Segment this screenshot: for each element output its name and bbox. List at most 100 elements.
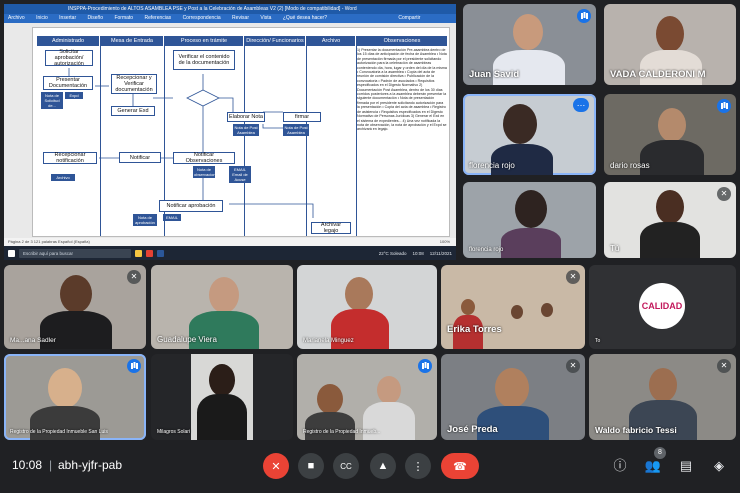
speaking-icon xyxy=(577,9,591,23)
participant-tile[interactable]: ✕ José Preda xyxy=(441,354,585,440)
word-icon xyxy=(157,249,164,257)
more-options-icon[interactable]: … xyxy=(573,98,589,112)
camera-toggle-button[interactable]: ■ xyxy=(298,453,324,479)
avatar xyxy=(503,104,537,144)
windows-taskbar: Escribir aquí para buscar 22°C Soleado 1… xyxy=(4,246,456,260)
flow-step: Recepcionar notificación xyxy=(43,152,97,164)
document-area: Administrado Mesa de Entrada Proceso en … xyxy=(4,23,456,238)
participant-tile[interactable]: ✕ Ma...ana Sadler xyxy=(4,265,146,349)
participant-tile[interactable]: dario rosas xyxy=(604,94,736,175)
more-icon: ⋮ xyxy=(412,460,424,473)
participant-tile[interactable]: Guadalupe Viera xyxy=(151,265,293,349)
divider: | xyxy=(49,458,53,472)
mic-off-icon: ✕ xyxy=(566,270,580,284)
flow-step: Solicitar aprobación/ autorización xyxy=(45,49,93,67)
mic-off-icon: ✕ xyxy=(271,460,281,473)
participant-tile[interactable]: Juan Savid xyxy=(463,4,596,85)
shared-screen: INSPPA-Procedimiento de ALTOS ASAMBLEA P… xyxy=(4,4,456,260)
flow-step: Notificar aprobación xyxy=(159,200,223,212)
participant-tile[interactable]: ✕ Waldo fabricio Tessi xyxy=(589,354,736,440)
participant-name: Tú xyxy=(610,244,620,253)
activities-icon: ◈ xyxy=(714,458,724,473)
avatar xyxy=(495,368,529,408)
speaking-icon xyxy=(127,359,141,373)
chat-icon: ▤ xyxy=(679,458,693,473)
participant-name: Ma...ana Sadler xyxy=(10,337,56,344)
speaking-icon xyxy=(717,99,731,113)
avatar xyxy=(640,222,700,258)
ribbon-tab: Revisar xyxy=(232,15,249,21)
ribbon-tab: ¿Qué desea hacer? xyxy=(282,15,328,21)
participant-name: Guadalupe Viera xyxy=(157,335,217,344)
document-tag: Nota de aprobación xyxy=(133,214,157,226)
document-tag: Archivo xyxy=(51,174,75,181)
participant-name: Juan Savid xyxy=(469,69,520,80)
mic-toggle-button[interactable]: ✕ xyxy=(263,453,289,479)
avatar xyxy=(209,277,239,313)
participant-tile[interactable]: Registro de la Propiedad Inmueb... xyxy=(297,354,437,440)
present-button[interactable]: ▲ xyxy=(370,453,396,479)
more-options-button[interactable]: ⋮ xyxy=(405,453,431,479)
participant-name: dario rosas xyxy=(610,161,650,170)
participant-name: florencia rojo xyxy=(469,161,515,170)
taskbar-time: 10:08 xyxy=(412,250,424,256)
flow-step: Elaborar Nota xyxy=(227,112,265,122)
document-tag: Nota de observaciones xyxy=(193,166,220,178)
avatar xyxy=(649,368,677,402)
participant-name: Milagros Solari xyxy=(157,429,191,435)
avatar xyxy=(461,299,475,315)
participant-name: Erika Torres xyxy=(447,324,502,335)
ribbon-tab: Archivo xyxy=(8,15,25,21)
avatar xyxy=(515,190,547,228)
avatar xyxy=(48,368,82,408)
participant-tile[interactable]: Registro de la Propiedad Inmueble San Lu… xyxy=(4,354,146,440)
participant-tile[interactable]: CALIDAD To xyxy=(589,265,736,349)
meeting-code: abh-yjfr-pab xyxy=(58,458,123,472)
participant-name: To xyxy=(595,338,601,344)
speaking-icon xyxy=(418,359,432,373)
flow-step: Notificar xyxy=(119,152,161,163)
avatar xyxy=(305,412,355,440)
ribbon-tab: Insertar xyxy=(59,15,77,21)
avatar xyxy=(658,108,686,142)
status-left: Página 2 de 3 121 palabras Español (Espa… xyxy=(8,239,90,244)
chrome-icon xyxy=(146,249,153,257)
participant-name: Waldo fabricio Tessi xyxy=(595,425,677,435)
participant-name: Registro de la Propiedad Inmueble San Lu… xyxy=(10,429,108,435)
meet-window: INSPPA-Procedimiento de ALTOS ASAMBLEA P… xyxy=(0,0,740,493)
taskbar-search: Escribir aquí para buscar xyxy=(19,248,131,258)
zoom-level: 100% xyxy=(439,239,450,244)
present-icon: ▲ xyxy=(377,460,389,472)
participant-tile[interactable]: florencia rojo xyxy=(463,182,596,258)
participant-tile[interactable]: ✕ Tú xyxy=(604,182,736,258)
observaciones-text: 1) Presentar la documentación Pre-asambl… xyxy=(357,48,447,132)
avatar xyxy=(656,16,684,52)
word-title-bar: INSPPA-Procedimiento de ALTOS ASAMBLEA P… xyxy=(4,4,456,14)
participant-tile[interactable]: Milagros Solari xyxy=(151,354,293,440)
mic-off-icon: ✕ xyxy=(717,359,731,373)
chat-button[interactable]: ▤ xyxy=(675,455,697,477)
avatar xyxy=(317,384,343,414)
participant-tile[interactable]: … florencia rojo xyxy=(463,94,596,175)
system-tray: 22°C Soleado 10:08 12/11/2021 xyxy=(379,251,452,256)
flow-step: Generar Exd xyxy=(111,106,155,116)
ribbon-tab: Diseño xyxy=(87,15,104,21)
avatar xyxy=(511,305,523,319)
decision-diamond xyxy=(186,89,220,107)
activities-button[interactable]: ◈ xyxy=(708,455,730,477)
participant-tile[interactable]: Marianela Minguez xyxy=(297,265,437,349)
document-tag: Nota de Solicitud de... xyxy=(41,92,63,109)
avatar xyxy=(60,275,92,313)
avatar xyxy=(656,190,684,224)
document-tag: EMAIL Email de Acuse xyxy=(229,166,251,183)
participant-tile[interactable]: ✕ Erika Torres xyxy=(441,265,585,349)
ribbon-tab: Correspondencia xyxy=(182,15,221,21)
ribbon-tab: Inicio xyxy=(36,15,48,21)
word-status-bar: Página 2 de 3 121 palabras Español (Espa… xyxy=(4,238,456,246)
avatar: CALIDAD xyxy=(639,283,685,329)
captions-button[interactable]: CC xyxy=(333,453,359,479)
leave-call-button[interactable]: ☎ xyxy=(441,453,479,479)
meeting-details-button[interactable]: ⓘ xyxy=(609,455,631,477)
participant-tile[interactable]: VADA CALDERONI M xyxy=(604,4,736,85)
flow-step: firmar xyxy=(283,112,321,122)
